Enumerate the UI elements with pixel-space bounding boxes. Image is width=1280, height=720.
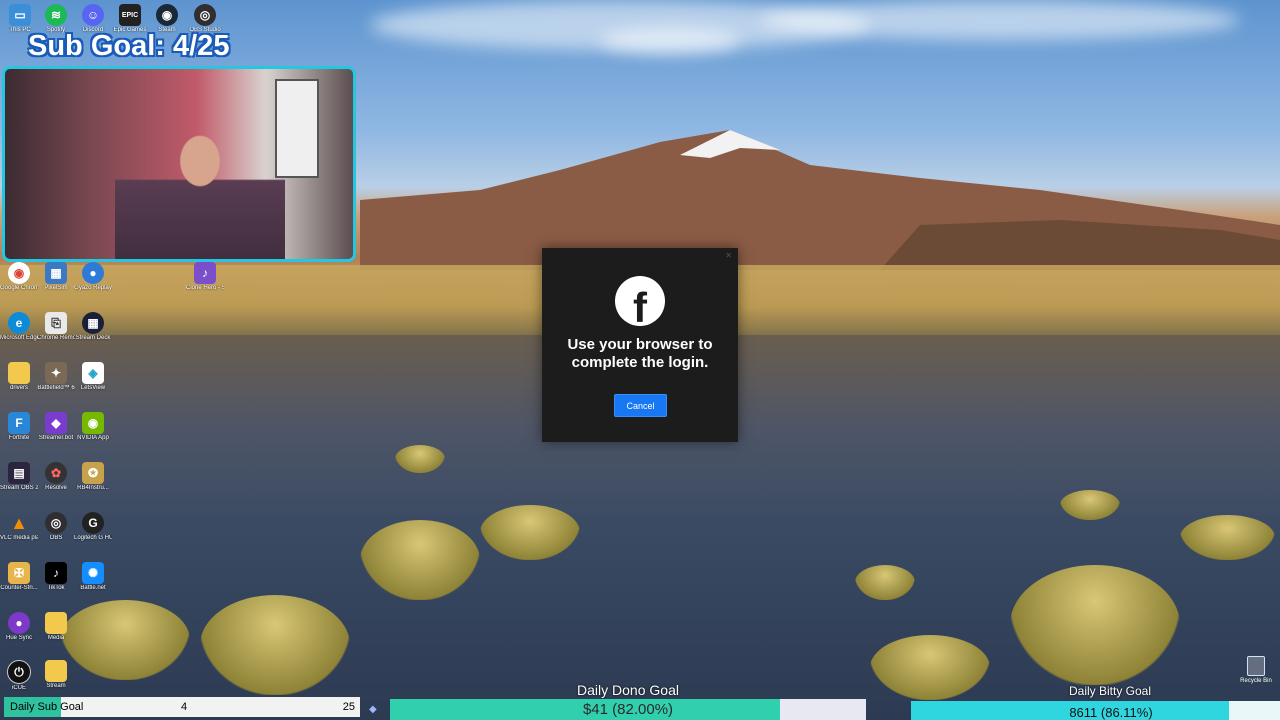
edge-icon: e	[8, 312, 30, 334]
sub-goal-overlay: Sub Goal: 4/25	[28, 30, 230, 62]
diamond-icon: ◆	[369, 704, 377, 715]
desktop-icon-streamer-bot[interactable]: ◆ Streamer.bot	[37, 412, 75, 442]
desktop-icon-nvidia[interactable]: ◉ NVIDIA App	[74, 412, 112, 442]
desktop-icon-stream-deck[interactable]: ▦ Stream Deck	[74, 312, 112, 342]
desktop-icon-rb4[interactable]: ✪ RB4Instru...	[74, 462, 112, 492]
dono-goal-title: Daily Dono Goal	[577, 682, 679, 698]
grass-tuft	[200, 595, 350, 695]
webcam-overlay	[2, 66, 356, 262]
remote-desktop-icon: ⎘	[45, 312, 67, 334]
folder-icon	[45, 660, 67, 682]
streamer	[115, 119, 285, 259]
obs-icon: ◎	[194, 4, 216, 26]
app-icon: ▦	[45, 262, 67, 284]
obs-icon: ◎	[45, 512, 67, 534]
sub-goal-label: Daily Sub Goal	[10, 701, 84, 713]
icue-icon: ⏻	[7, 660, 31, 684]
grass-tuft	[60, 600, 190, 680]
daily-sub-goal-bar: Daily Sub Goal 4 25	[4, 697, 360, 717]
desktop-icon-chrome-remote[interactable]: ⎘Chrome Remo...	[37, 312, 75, 342]
grass-tuft	[395, 445, 445, 473]
stream-deck-icon: ▦	[82, 312, 104, 334]
battlenet-icon: ✺	[82, 562, 104, 584]
grass-tuft	[870, 635, 990, 700]
battlefield-icon: ✦	[45, 362, 67, 384]
vlc-cone-icon: ▲	[10, 512, 28, 533]
desktop-icon-chrome[interactable]: ◉Google Chrome	[0, 262, 38, 292]
shortcut-icon: ▤	[8, 462, 30, 484]
epic-games-icon: EPIC	[119, 4, 141, 26]
daily-dono-goal-bar: $41 (82.00%)	[390, 699, 866, 720]
dialog-message-line-1: Use your browser to	[567, 336, 713, 353]
desktop-icon-logitech[interactable]: GLogitech G HUB	[74, 512, 112, 542]
grass-tuft	[480, 505, 580, 560]
dono-goal-value: $41 (82.00%)	[582, 701, 674, 718]
desktop-icon-vlc[interactable]: ▲VLC media player	[0, 512, 38, 542]
grass-tuft	[1010, 565, 1180, 685]
desktop-icon-obs2[interactable]: ◎ OBS	[37, 512, 75, 542]
resolve-icon: ✿	[45, 462, 67, 484]
recycle-bin-label: Recycle Bin	[1240, 678, 1272, 684]
sub-goal-current: 4	[181, 701, 188, 713]
desktop-icon-media[interactable]: Media	[37, 612, 75, 642]
cloud	[760, 0, 1240, 40]
facebook-login-dialog: ✕ f Use your browser to complete the log…	[542, 248, 738, 442]
logitech-g-icon: G	[82, 512, 104, 534]
desktop-icon-hue-sync[interactable]: ● Hue Sync	[0, 612, 38, 642]
desktop-icon-battlefield[interactable]: ✦ Battlefield™ 6	[37, 362, 75, 392]
desktop-icon-counter-strike[interactable]: ✠ Counter-Stri...	[0, 562, 38, 592]
tiktok-icon: ♪	[45, 562, 67, 584]
guitar-icon: ♪	[194, 262, 216, 284]
desktop-icon-pixelsim[interactable]: ▦ PixelSim	[37, 262, 75, 292]
letsview-icon: ◈	[82, 362, 104, 384]
desktop-icon-recycle-bin[interactable]: Recycle Bin	[1238, 656, 1274, 684]
spotify-icon: ≋	[45, 4, 67, 26]
folder-icon	[8, 362, 30, 384]
desktop-icon-fortnite[interactable]: F Fortnite	[0, 412, 38, 442]
cancel-button[interactable]: Cancel	[614, 394, 667, 417]
computer-icon: ▭	[9, 4, 31, 26]
grass-tuft	[855, 565, 915, 600]
steam-icon: ◉	[156, 4, 178, 26]
nvidia-icon: ◉	[82, 412, 104, 434]
rb4-icon: ✪	[82, 462, 104, 484]
desktop-icon-resolve[interactable]: ✿ Resolve	[37, 462, 75, 492]
hue-sync-icon: ●	[8, 612, 30, 634]
facebook-logo-icon: f	[615, 276, 665, 326]
desktop-icon-stream[interactable]: Stream	[37, 660, 75, 690]
dialog-message-line-2: complete the login.	[571, 354, 709, 371]
desktop-icon-tiktok[interactable]: ♪ TikTok	[37, 562, 75, 592]
grass-tuft	[360, 520, 480, 600]
recycle-bin-icon	[1247, 656, 1265, 676]
dialog-message: Use your browser to complete the login.	[542, 336, 738, 372]
desktop-icon-battlenet[interactable]: ✺ Battle.net	[74, 562, 112, 592]
fortnite-icon: F	[8, 412, 30, 434]
desktop-icon-drivers[interactable]: drivers	[0, 362, 38, 392]
counter-strike-icon: ✠	[8, 562, 30, 584]
discord-icon: ☺	[82, 4, 104, 26]
folder-icon	[45, 612, 67, 634]
daily-bitty-goal-bar: 8611 (86.11%)	[911, 701, 1280, 720]
desktop-icon-edge[interactable]: e Microsoft Edge	[0, 312, 38, 342]
desktop-icon-icue[interactable]: ⏻ iCUE	[0, 660, 38, 692]
close-icon[interactable]: ✕	[725, 251, 732, 260]
sub-goal-max: 25	[342, 701, 355, 713]
grass-tuft	[1180, 515, 1275, 560]
bitty-goal-value: 8611 (86.11%)	[1069, 705, 1153, 720]
streamer-bot-icon: ◆	[45, 412, 67, 434]
mountain	[360, 130, 1280, 270]
grass-tuft	[1060, 490, 1120, 520]
desktop-icon-letsview[interactable]: ◈ LetsView	[74, 362, 112, 392]
cloud	[600, 28, 740, 54]
bitty-goal-title: Daily Bitty Goal	[1068, 684, 1152, 698]
chrome-icon: ◉	[8, 262, 30, 284]
desktop-icon-clone-hero[interactable]: ♪Clone Hero - Shortcut	[186, 262, 224, 292]
desktop-icon-stream-obs[interactable]: ▤Stream OBS 2020	[0, 462, 38, 492]
gyazo-icon: ●	[82, 262, 104, 284]
desktop-icon-gyazo[interactable]: ● Gyazo Replay	[74, 262, 112, 292]
